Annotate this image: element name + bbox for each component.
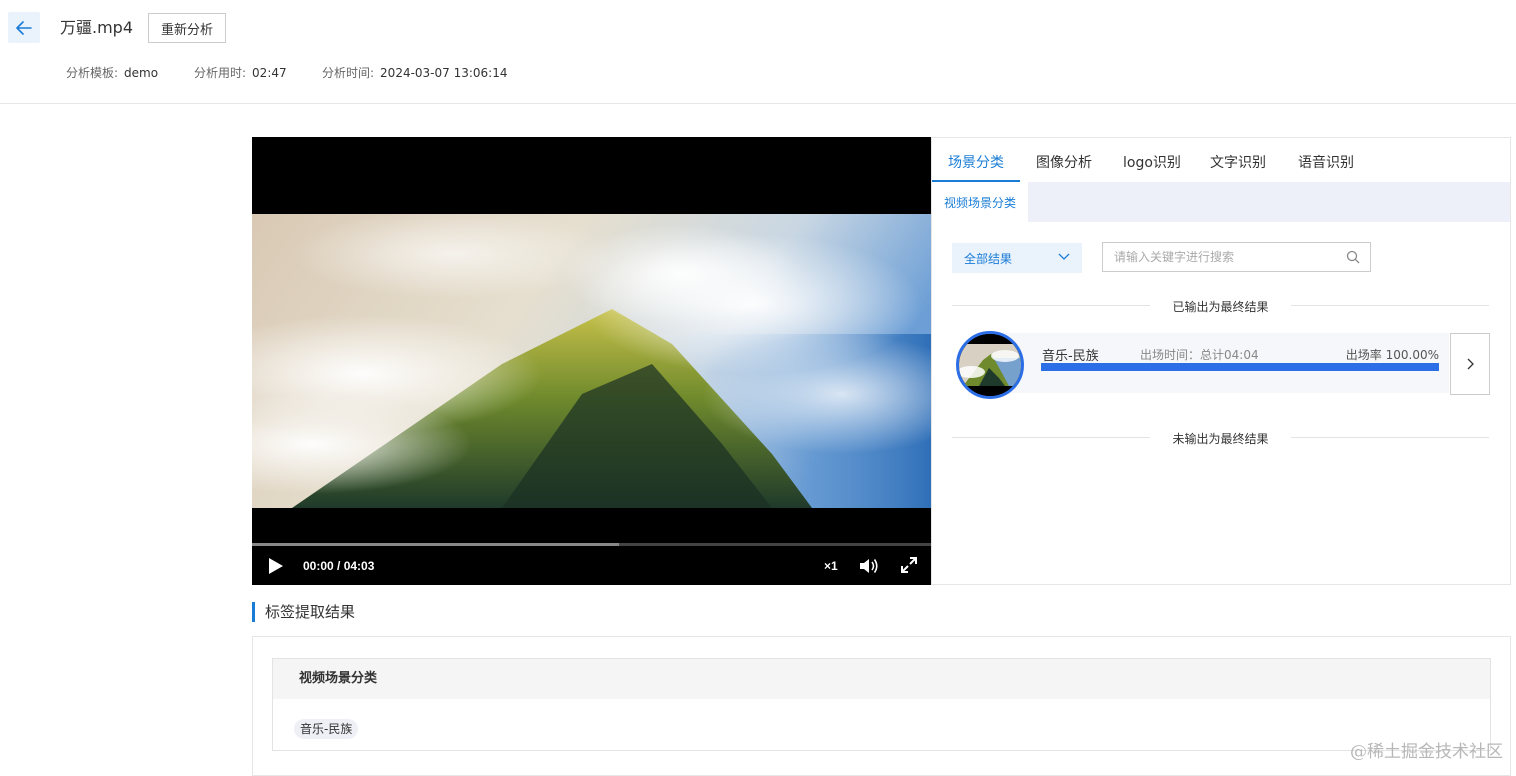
result-appearance-time: 出场时间：总计04:04 [1140,348,1259,362]
tag-section-title: 标签提取结果 [252,602,355,622]
tab-speech-recognition[interactable]: 语音识别 [1298,152,1354,172]
volume-button[interactable] [858,556,880,576]
fullscreen-icon [901,557,917,573]
filter-label: 全部结果 [964,251,1013,266]
analysis-panel: 场景分类 图像分析 logo识别 文字识别 语音识别 视频场景分类 全部结果 已… [931,137,1511,585]
divider-not-final-output: 未输出为最终结果 [952,430,1489,446]
tab-scene-classification[interactable]: 场景分类 [948,152,1004,172]
tag-chip[interactable]: 音乐-民族 [294,719,359,739]
next-result-button[interactable] [1450,333,1490,395]
play-icon [269,558,283,574]
result-filter-select[interactable]: 全部结果 [952,243,1082,273]
result-rate-fill [1041,363,1439,371]
result-thumbnail [956,331,1024,399]
tab-logo-recognition[interactable]: logo识别 [1123,152,1181,172]
progress-buffer [252,543,619,546]
subtab-bar: 视频场景分类 [932,182,1510,222]
result-appearance-rate: 出场率 100.00% [1345,348,1439,362]
video-player[interactable]: 00:00 / 04:03 ×1 [252,137,931,585]
result-label: 音乐-民族 [1042,349,1099,364]
playback-speed[interactable]: ×1 [824,559,838,573]
search-icon[interactable] [1346,250,1360,264]
not-final-output-label: 未输出为最终结果 [1150,432,1291,446]
tag-results-box: 视频场景分类 音乐-民族 [252,636,1511,776]
search-box[interactable] [1102,242,1371,272]
tab-text-recognition[interactable]: 文字识别 [1210,152,1266,172]
analysis-tabs: 场景分类 图像分析 logo识别 文字识别 语音识别 [932,138,1510,182]
volume-icon [860,559,878,573]
meta-duration: 分析用时: 02:47 [194,66,287,80]
reanalyze-button[interactable]: 重新分析 [148,13,226,43]
watermark: @稀土掘金技术社区 [1350,742,1503,762]
mountain-scene-image [252,214,931,508]
play-button[interactable] [266,556,286,576]
fullscreen-button[interactable] [900,556,918,574]
divider-final-output: 已输出为最终结果 [952,298,1489,314]
file-name: 万疆.mp4 [60,18,134,37]
video-frame[interactable] [252,214,931,508]
scene-result-card[interactable]: 音乐-民族 出场时间：总计04:04 出场率 100.00% [952,329,1449,399]
tag-table: 视频场景分类 音乐-民族 [272,658,1491,751]
page-header: 万疆.mp4 重新分析 分析模板: demo 分析用时: 02:47 分析时间: 20… [0,0,1516,104]
search-input[interactable] [1103,243,1333,271]
meta-template: 分析模板: demo [66,66,159,80]
back-button[interactable] [8,12,40,43]
chevron-down-icon [1058,253,1070,260]
result-rate-bar [1041,363,1439,371]
arrow-left-icon [16,20,32,35]
tab-image-analysis[interactable]: 图像分析 [1036,152,1092,172]
tag-table-header: 视频场景分类 [273,659,1490,699]
final-output-label: 已输出为最终结果 [1150,300,1291,314]
video-time: 00:00 / 04:03 [303,559,375,573]
video-progress[interactable] [252,543,931,546]
subtab-video-scene[interactable]: 视频场景分类 [932,182,1028,222]
meta-analysis-time: 分析时间: 2024-03-07 13:06:14 [322,66,508,80]
chevron-right-icon [1467,358,1474,370]
